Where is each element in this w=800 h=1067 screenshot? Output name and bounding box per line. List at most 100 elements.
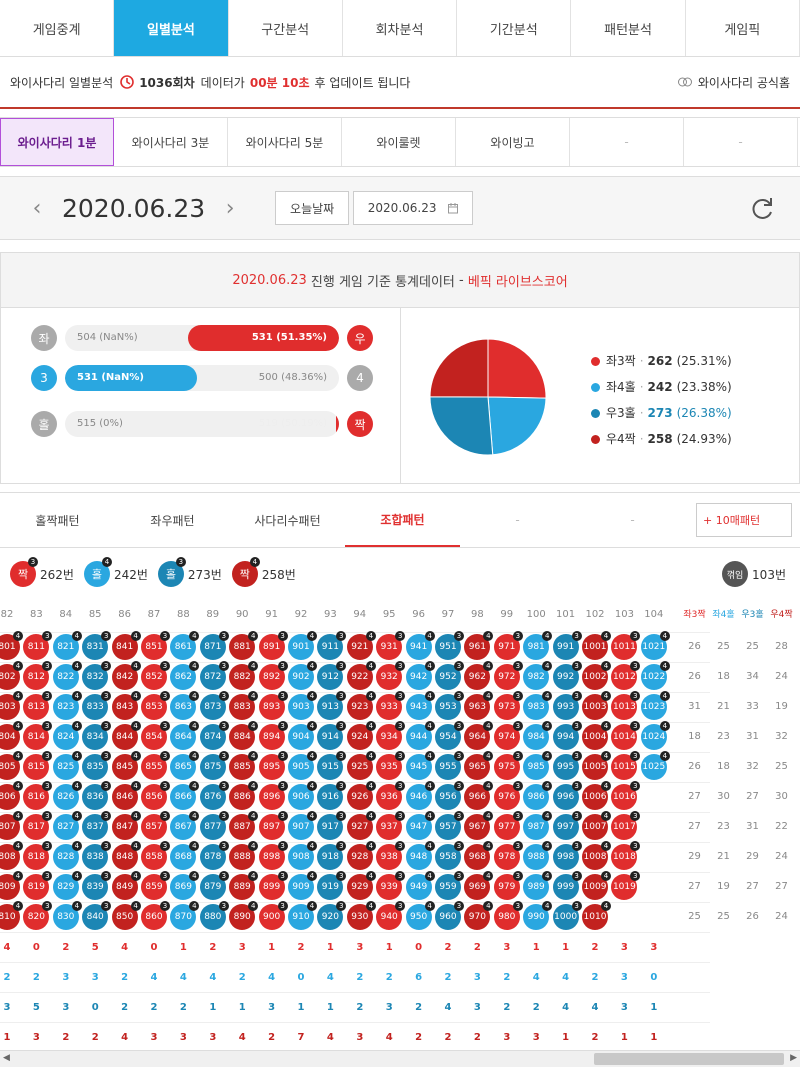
pattern-cell-badge: 4 xyxy=(542,901,553,911)
pattern-cell-badge: 4 xyxy=(483,811,494,821)
count-value: 3 xyxy=(238,942,246,953)
pattern-cell-badge: 4 xyxy=(542,691,553,701)
scroll-thumb[interactable] xyxy=(594,1053,784,1065)
pattern-cell-badge: 4 xyxy=(424,691,435,701)
count-value: 0 xyxy=(32,942,40,953)
pattern-cell: 810 4 xyxy=(0,901,23,930)
pattern-tab[interactable]: 좌우패턴 xyxy=(115,493,230,547)
ratio-bars: 좌 504 (NaN%) 531 (51.35%) 우 3 531 (NaN%) 500 (… xyxy=(1,308,401,484)
pattern-cell-badge: 3 xyxy=(395,751,406,761)
pattern-cell-badge: 3 xyxy=(571,841,582,851)
summary-badge: 짝4 xyxy=(231,557,260,587)
stats-heading: 2020.06.23 진행 게임 기준 통계데이터 - 베픽 라이브스코어 xyxy=(1,253,799,308)
top-nav-tab[interactable]: 게임중계 xyxy=(0,0,115,56)
pattern-cell: 813 3 xyxy=(23,691,53,720)
chevron-left-icon[interactable]: ‹ xyxy=(22,196,52,221)
count-value: 4 xyxy=(532,972,540,983)
pattern-cell-badge: 4 xyxy=(601,751,611,761)
pattern-cell-badge: 4 xyxy=(483,661,494,671)
pattern-cell-badge: 3 xyxy=(101,781,112,791)
pattern-cell-badge: 3 xyxy=(454,811,464,821)
pattern-cell-badge: 3 xyxy=(336,811,347,821)
today-button[interactable]: 오늘날짜 xyxy=(275,191,350,225)
count-value: 1 xyxy=(385,942,393,953)
pattern-cell-badge: 3 xyxy=(277,841,288,851)
scroll-left-icon[interactable]: ◀ xyxy=(3,1053,10,1063)
game-sub-tab[interactable]: 와이사다리 5분 xyxy=(228,118,342,166)
info-bar: 와이사다리 일별분석 1036회차 데이터가 00분 10초 후 업데이트 됩니… xyxy=(0,57,800,109)
official-home-link[interactable]: 와이사다리 공식홈 xyxy=(698,74,790,91)
pattern-tab[interactable]: 홀짝패턴 xyxy=(0,493,115,547)
pattern-cell-badge: 4 xyxy=(13,841,23,851)
ten-pattern-button[interactable]: + 10매패턴 xyxy=(696,503,792,537)
pattern-cell: 854 3 xyxy=(141,721,170,750)
top-nav-tab[interactable]: 기간분석 xyxy=(457,0,572,56)
pattern-cell-badge: 3 xyxy=(42,751,53,761)
count-value: 4 xyxy=(562,1002,570,1013)
pattern-tab[interactable]: 사다리수패턴 xyxy=(230,493,345,547)
pattern-cell-badge: 4 xyxy=(130,721,141,731)
pattern-cell: 802 4 xyxy=(0,661,23,690)
pattern-cell: 936 3 xyxy=(376,781,406,810)
count-value: 1 xyxy=(532,942,540,953)
pattern-cell-badge: 4 xyxy=(189,661,200,671)
count-value: 2 xyxy=(32,972,40,983)
top-nav-tab[interactable]: 게임픽 xyxy=(686,0,800,56)
pattern-cell: 990 4 xyxy=(523,901,553,930)
legend-sep: · xyxy=(639,432,644,446)
game-sub-tab[interactable]: 와이사다리 1분 xyxy=(0,118,114,166)
pattern-cell-badge: 3 xyxy=(571,811,582,821)
game-sub-tab[interactable]: - xyxy=(570,118,684,166)
pattern-cell-badge: 4 xyxy=(659,691,670,701)
pattern-cell-badge: 4 xyxy=(130,901,141,911)
pattern-cell: 819 3 xyxy=(23,871,53,900)
game-sub-tab[interactable]: 와이빙고 xyxy=(456,118,570,166)
horizontal-scrollbar[interactable]: ◀ ▶ xyxy=(0,1050,800,1067)
count-value: 2 xyxy=(415,1032,423,1043)
summary-item: 짝 4 258번 xyxy=(231,557,296,587)
game-sub-tab[interactable]: - xyxy=(684,118,798,166)
refresh-icon[interactable] xyxy=(748,194,776,222)
pattern-tab[interactable]: - xyxy=(575,493,690,547)
count-value: 3 xyxy=(620,972,628,983)
pattern-tabs: 홀짝패턴 좌우패턴 사다리수패턴 조합패턴 - - + 10매패턴 xyxy=(0,492,800,548)
pattern-cell: 840 3 xyxy=(82,901,112,930)
pie-legend-item: 좌4홀 · 242 (23.38%) xyxy=(591,374,732,400)
pattern-cell: 1016 3 xyxy=(611,781,641,810)
pattern-cell: 1013 3 xyxy=(611,691,641,720)
pattern-cell: 921 4 xyxy=(346,631,376,660)
column-header: 103 xyxy=(614,609,634,620)
pattern-cell: 926 4 xyxy=(346,781,376,810)
game-sub-tab[interactable]: 와이사다리 3분 xyxy=(114,118,228,166)
date-input[interactable]: 2020.06.23 xyxy=(353,191,474,225)
top-nav-tab[interactable]: 패턴분석 xyxy=(571,0,686,56)
pattern-tab[interactable]: 조합패턴 xyxy=(345,493,460,547)
pattern-cell: 982 4 xyxy=(523,661,553,690)
pattern-cell-badge: 3 xyxy=(395,631,406,641)
pattern-cell-badge: 3 xyxy=(395,691,406,701)
pattern-cell: 1007 4 xyxy=(582,811,611,840)
pattern-cell: 962 4 xyxy=(464,661,494,690)
pattern-cell-badge: 3 xyxy=(395,841,406,851)
top-nav-tab[interactable]: 구간분석 xyxy=(229,0,343,56)
top-nav-tab[interactable]: 회차분석 xyxy=(343,0,458,56)
pattern-cell-badge: 4 xyxy=(601,691,611,701)
pattern-cell: 890 4 xyxy=(229,901,259,930)
pattern-cell-badge: 4 xyxy=(248,901,259,911)
pattern-cell: 858 3 xyxy=(141,841,170,870)
stat-value: 23 xyxy=(717,731,730,742)
count-value: 1 xyxy=(3,1032,11,1043)
top-nav-tab[interactable]: 일별분석 xyxy=(114,0,229,56)
scroll-right-icon[interactable]: ▶ xyxy=(790,1053,797,1063)
game-sub-tab[interactable]: 와이룰렛 xyxy=(342,118,456,166)
stat-value: 31 xyxy=(746,821,759,832)
count-value: 4 xyxy=(238,1032,246,1043)
pattern-cell: 974 3 xyxy=(493,721,523,750)
column-header: 93 xyxy=(324,609,337,620)
ratio-left-badge: 홀 xyxy=(31,411,57,437)
pattern-tab[interactable]: - xyxy=(460,493,575,547)
pattern-cell-badge: 4 xyxy=(248,811,259,821)
stat-value: 29 xyxy=(746,851,759,862)
chevron-right-icon[interactable]: › xyxy=(215,196,245,221)
pattern-cell: 989 4 xyxy=(523,871,553,900)
